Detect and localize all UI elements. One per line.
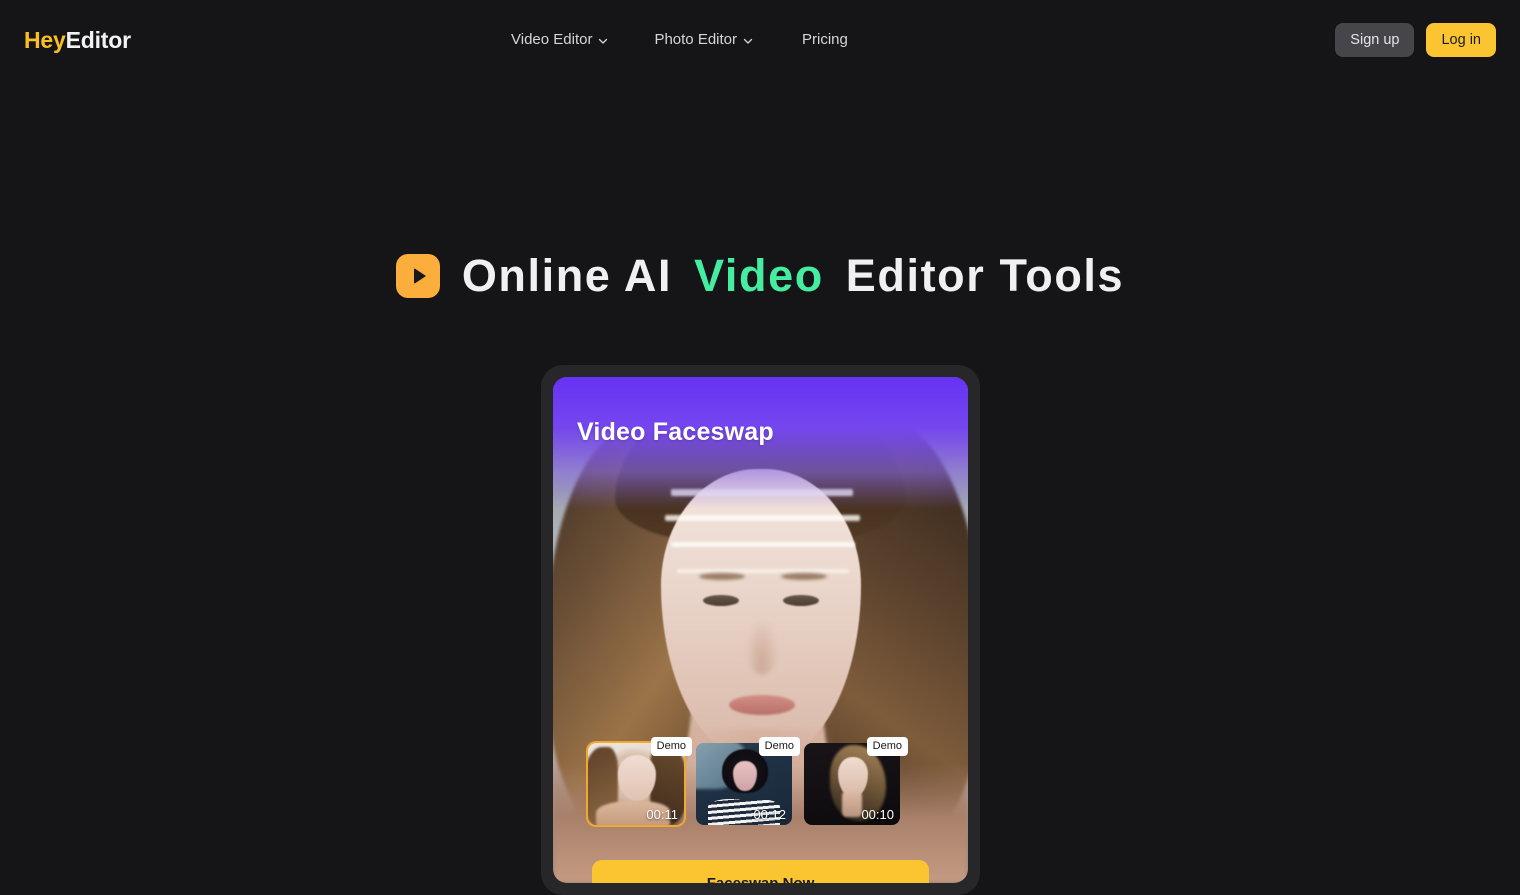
chevron-down-icon: [742, 35, 754, 47]
preview-scanline: [671, 542, 855, 547]
page-title-part2: Editor Tools: [845, 250, 1125, 301]
faceswap-now-button[interactable]: Faceswap Now: [592, 860, 929, 883]
nav-item-label: Photo Editor: [654, 31, 738, 48]
preview-eyebrow: [699, 573, 745, 580]
thumbnail-duration: 00:12: [753, 807, 786, 822]
site-logo[interactable]: HeyEditor: [24, 28, 131, 53]
nav-item-video-editor[interactable]: Video Editor: [511, 29, 609, 51]
tool-card-title: Video Faceswap: [577, 418, 774, 446]
demo-thumbnail-2[interactable]: Demo 00:12: [696, 737, 800, 825]
logo-text-primary: Hey: [24, 27, 66, 53]
demo-badge: Demo: [758, 737, 800, 756]
demo-badge: Demo: [650, 737, 692, 756]
preview-eye: [783, 595, 819, 606]
sign-up-button[interactable]: Sign up: [1335, 23, 1415, 57]
nav-item-photo-editor[interactable]: Photo Editor: [654, 29, 754, 51]
play-triangle-icon: [413, 268, 426, 284]
header-actions: Sign up Log in: [1335, 23, 1496, 57]
preview-scanline: [677, 569, 849, 573]
demo-badge: Demo: [866, 737, 908, 756]
page-title: Online AI Video Editor Tools: [395, 250, 1125, 302]
demo-thumbnail-1[interactable]: Demo 00:11: [588, 737, 692, 825]
demo-thumbnail-3[interactable]: Demo 00:10: [804, 737, 908, 825]
preview-eyebrow: [781, 573, 827, 580]
nav-item-label: Pricing: [802, 31, 848, 48]
tool-card[interactable]: Video Faceswap Demo 00:11 Demo 00:12 Dem…: [541, 365, 980, 895]
demo-thumbnail-list: Demo 00:11 Demo 00:12 Demo 00:10: [588, 737, 908, 825]
page-title-accent: Video: [694, 250, 824, 301]
chevron-down-icon: [597, 35, 609, 47]
nav-item-label: Video Editor: [511, 31, 593, 48]
thumbnail-duration: 00:10: [861, 807, 894, 822]
site-header: HeyEditor Video Editor Photo Editor Pric…: [0, 0, 1520, 80]
tool-card-preview: Video Faceswap Demo 00:11 Demo 00:12 Dem…: [553, 377, 968, 883]
preview-eye: [703, 595, 739, 606]
logo-text-secondary: Editor: [65, 27, 131, 53]
preview-nose: [745, 617, 779, 675]
nav-item-pricing[interactable]: Pricing: [802, 29, 848, 51]
play-button-icon: [395, 254, 440, 298]
page-title-part1: Online AI: [461, 250, 673, 301]
preview-mouth: [729, 695, 795, 715]
primary-navigation: Video Editor Photo Editor Pricing: [511, 29, 848, 51]
thumbnail-detail: [842, 791, 862, 817]
thumbnail-duration: 00:11: [646, 807, 678, 822]
hero-section: Online AI Video Editor Tools: [0, 250, 1520, 302]
preview-scanline: [665, 515, 860, 521]
log-in-button[interactable]: Log in: [1426, 23, 1496, 57]
